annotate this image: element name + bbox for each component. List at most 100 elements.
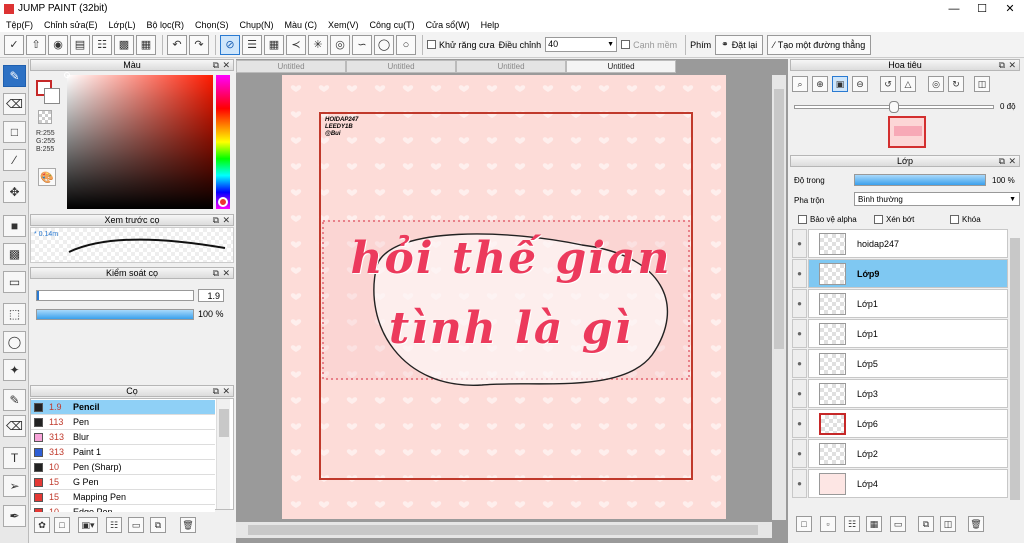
canvas-horizontal-scrollbar[interactable]	[236, 522, 772, 538]
layer-copy-icon[interactable]: ☷	[844, 516, 860, 532]
menu-edit[interactable]: Chỉnh sửa(E)	[44, 20, 98, 30]
artwork-canvas[interactable]: HOIDAP247 LEEDY1B @Bui hỏi thế gian tình…	[282, 75, 726, 519]
tab-untitled-2[interactable]: Untitled	[346, 60, 456, 73]
trash-icon[interactable]: 🗑	[968, 516, 984, 532]
redo-icon[interactable]: ↷	[189, 34, 209, 55]
brush-opacity-slider[interactable]	[36, 309, 194, 320]
zoom-out-icon[interactable]: ⊖	[852, 76, 868, 92]
comment-icon[interactable]: ▤	[70, 34, 90, 55]
panel-float-icon[interactable]: ⧉	[999, 156, 1005, 167]
layer-visibility-icon[interactable]: ●	[792, 469, 807, 498]
layer-visibility-icon[interactable]: ●	[792, 259, 807, 288]
panel-float-icon[interactable]: ⧉	[213, 60, 219, 71]
curve-icon[interactable]: ∽	[352, 34, 372, 55]
page-icon[interactable]: ▩	[114, 34, 134, 55]
canvas-vertical-scrollbar[interactable]	[772, 75, 786, 520]
brush-item[interactable]: 10 Pen (Sharp)	[31, 460, 215, 475]
layer-item[interactable]: Lớp3	[808, 379, 1008, 408]
check-icon[interactable]: ✓	[4, 34, 24, 55]
hue-handle[interactable]	[218, 197, 228, 207]
flip-icon[interactable]: △	[900, 76, 916, 92]
tab-untitled-1[interactable]: Untitled	[236, 60, 346, 73]
brush-item[interactable]: 15 G Pen	[31, 475, 215, 490]
brush-tool-icon[interactable]: ✎	[3, 65, 26, 87]
layer-item[interactable]: Lớp1	[808, 289, 1008, 318]
brush-list-scrollbar[interactable]	[216, 399, 230, 509]
grid-snap-icon[interactable]: ▦	[264, 34, 284, 55]
fit-screen-icon[interactable]: ▣	[832, 76, 848, 92]
brush-item[interactable]: 313 Blur	[31, 430, 215, 445]
background-color-swatch[interactable]	[44, 88, 60, 104]
menu-color[interactable]: Màu (C)	[285, 20, 318, 30]
vscroll-thumb[interactable]	[774, 89, 784, 349]
panel-float-icon[interactable]: ⧉	[213, 268, 219, 279]
parallel-ruler-icon[interactable]: ☰	[242, 34, 262, 55]
panel-close-icon[interactable]: ✕	[1008, 60, 1016, 71]
menu-layer[interactable]: Lớp(L)	[109, 20, 136, 30]
layer-item[interactable]: hoidap247	[808, 229, 1008, 258]
folder-icon[interactable]: ▭	[128, 517, 144, 533]
blend-mode-select[interactable]: Bình thường ▼	[854, 192, 1020, 206]
menu-file[interactable]: Tệp(F)	[6, 20, 33, 30]
hue-slider[interactable]	[216, 75, 230, 209]
panel-float-icon[interactable]: ⧉	[213, 386, 219, 397]
hscroll-thumb[interactable]	[248, 525, 758, 535]
lock-checkbox[interactable]	[950, 215, 959, 224]
reset-button[interactable]: ⚭ Đặt lại	[715, 34, 764, 55]
fill-rect-tool-icon[interactable]: ■	[3, 215, 26, 237]
select-rect-icon[interactable]: ⬚	[3, 303, 26, 325]
layer-visibility-icon[interactable]: ●	[792, 349, 807, 378]
speech-bubble-icon[interactable]: ◉	[48, 34, 68, 55]
gradient-tool-icon[interactable]: ▭	[3, 271, 26, 293]
layer-item[interactable]: Lớp9	[808, 259, 1008, 288]
no-snap-icon[interactable]: ⊘	[220, 34, 240, 55]
eyedropper-tool-icon[interactable]: ✒	[3, 505, 26, 527]
rectangle-tool-icon[interactable]: □	[3, 121, 26, 143]
transparent-swatch[interactable]	[38, 110, 52, 124]
undo-icon[interactable]: ↶	[167, 34, 187, 55]
scrollbar-thumb[interactable]	[219, 409, 229, 437]
navigator-thumbnail[interactable]	[888, 116, 926, 148]
panel-float-icon[interactable]: ⧉	[213, 215, 219, 226]
layer-list-scrollbar[interactable]	[1009, 236, 1021, 501]
menu-window[interactable]: Cửa sổ(W)	[426, 20, 470, 30]
zoom-in-fit-icon[interactable]: ⌕	[792, 76, 808, 92]
new-layer-icon[interactable]: □	[796, 516, 812, 532]
layer-item[interactable]: Lớp2	[808, 439, 1008, 468]
saturation-value-picker[interactable]	[64, 72, 213, 209]
panel-close-icon[interactable]: ✕	[1008, 156, 1016, 167]
merge-icon[interactable]: ◫	[940, 516, 956, 532]
eraser-tool-icon[interactable]: ⌫	[3, 93, 26, 115]
panel-float-icon[interactable]: ⧉	[999, 60, 1005, 71]
layer-visibility-icon[interactable]: ●	[792, 439, 807, 468]
panel-close-icon[interactable]: ✕	[222, 268, 230, 279]
chevron-down-icon[interactable]: ▼	[1009, 193, 1016, 206]
duplicate-icon[interactable]: ⧉	[150, 517, 166, 533]
export-icon[interactable]: ⇧	[26, 34, 46, 55]
brush-size-slider[interactable]	[36, 290, 194, 301]
brush-item[interactable]: 15 Mapping Pen	[31, 490, 215, 505]
new-layer-folder-icon[interactable]: ▫	[820, 516, 836, 532]
text-tool-icon[interactable]: T	[3, 447, 26, 469]
duplicate-icon[interactable]: ⧉	[918, 516, 934, 532]
layer-item[interactable]: Lớp1	[808, 319, 1008, 348]
brush-menu-icon[interactable]: ▣▾	[78, 517, 98, 533]
move-tool-icon[interactable]: ✥	[3, 181, 26, 203]
brush-item[interactable]: 113 Pen	[31, 415, 215, 430]
minimize-icon[interactable]: —	[940, 0, 968, 17]
layer-scroll-thumb[interactable]	[1010, 238, 1020, 500]
layer-item[interactable]: Lớp6	[808, 409, 1008, 438]
tab-untitled-active[interactable]: Untitled	[566, 60, 676, 73]
clip-checkbox[interactable]	[874, 215, 883, 224]
reset-rotation-icon[interactable]: ◎	[928, 76, 944, 92]
new-brush-icon[interactable]: □	[54, 517, 70, 533]
select-pen-icon[interactable]: ✎	[3, 389, 26, 411]
document-icon[interactable]: ☷	[92, 34, 112, 55]
layer-visibility-icon[interactable]: ●	[792, 289, 807, 318]
adjust-input[interactable]: 40 ▼	[545, 37, 618, 52]
lasso-tool-icon[interactable]: ◯	[3, 331, 26, 353]
brush-size-input[interactable]: 1.9	[198, 289, 224, 302]
palette-icon[interactable]: 🎨	[38, 168, 56, 186]
transform-tool-icon[interactable]: ➢	[3, 475, 26, 497]
menu-tools[interactable]: Công cụ(T)	[370, 20, 415, 30]
